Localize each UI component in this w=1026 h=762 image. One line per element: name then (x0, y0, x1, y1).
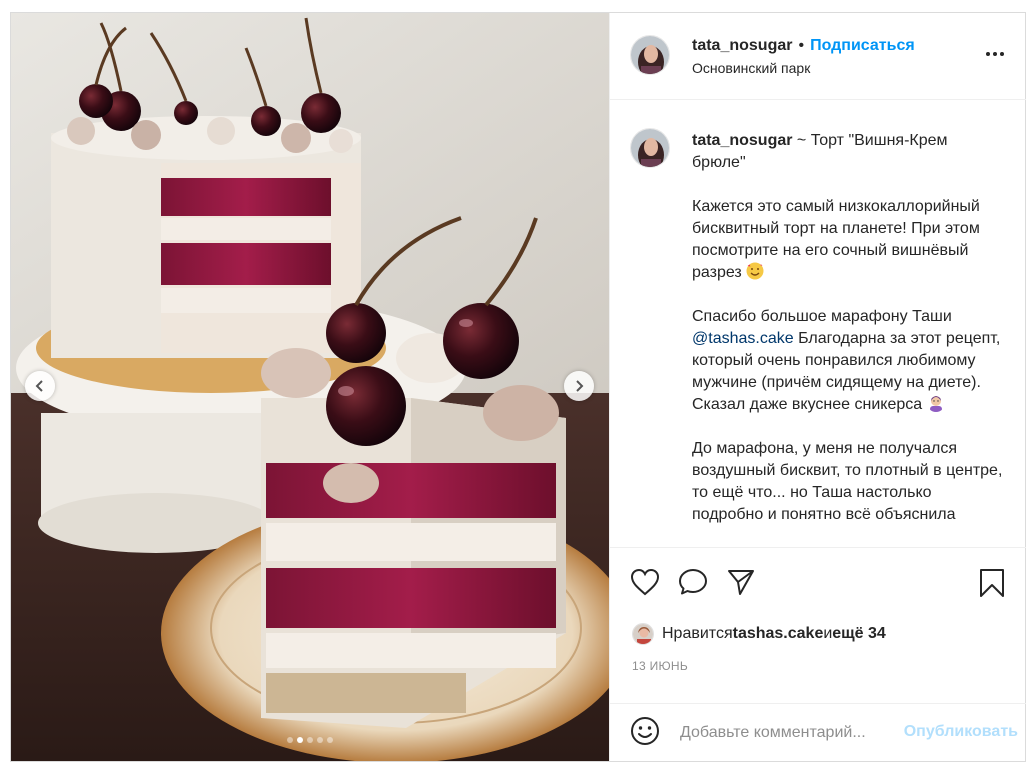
post-date[interactable]: 13 июнь (632, 659, 688, 673)
post-location[interactable]: Основинский парк (692, 60, 810, 76)
carousel-dot (307, 737, 313, 743)
post-caption: tata_nosugar ~ Торт "Вишня-Крем брюле" К… (610, 100, 1026, 546)
smiley-icon (631, 717, 659, 745)
caption-paragraph-1-text: Кажется это самый низкокаллорийный бискв… (692, 198, 980, 281)
more-horizontal-icon (986, 52, 1004, 56)
post-side-panel: tata_nosugar • Подписаться Основинский пар… (609, 13, 1026, 761)
carousel-dot-active (297, 737, 303, 743)
comment-input[interactable] (678, 720, 902, 746)
caption-author-username[interactable]: tata_nosugar (692, 132, 792, 149)
publish-button[interactable]: Опубликовать (904, 723, 1018, 741)
caption-paragraph-3: До марафона, у меня не получался воздушн… (692, 440, 1003, 523)
mention-tashas-cake[interactable]: @tashas.cake (692, 330, 794, 347)
person-gesturing-emoji-icon (929, 396, 942, 412)
caption-paragraph-2: Спасибо большое марафону Таши @tashas.ca… (692, 306, 1004, 416)
carousel-dot (317, 737, 323, 743)
chevron-left-icon (35, 380, 43, 392)
author-line: tata_nosugar • Подписаться (692, 37, 915, 55)
carousel-dots (11, 737, 609, 743)
avatar-image (631, 36, 669, 74)
like-button[interactable] (630, 568, 660, 601)
author-avatar[interactable] (630, 35, 670, 75)
likes-others-count[interactable]: ещё 34 (832, 625, 886, 643)
likes-middle: и (823, 625, 833, 642)
caption-text: tata_nosugar ~ Торт "Вишня-Крем брюле" К… (692, 130, 1004, 546)
author-username[interactable]: tata_nosugar (692, 37, 792, 54)
likes-prefix: Нравится (662, 625, 733, 642)
comment-icon (679, 569, 707, 595)
separator-bullet: • (798, 37, 805, 54)
smiling-face-hearts-emoji-icon (746, 262, 764, 280)
post-actions-bar (610, 547, 1026, 618)
carousel-dot (327, 737, 333, 743)
likes-summary: Нравится tashas.cake и ещё 34 (632, 621, 886, 647)
comment-form: Опубликовать (610, 703, 1026, 762)
liker-username[interactable]: tashas.cake (733, 625, 824, 643)
chevron-right-icon (576, 380, 584, 392)
save-button[interactable] (978, 568, 1006, 603)
post-header: tata_nosugar • Подписаться Основинский пар… (610, 13, 1026, 100)
caption-title: tata_nosugar ~ Торт "Вишня-Крем брюле" (692, 130, 1004, 174)
post-image-carousel[interactable] (11, 13, 609, 761)
caption-paragraph-2-text-a: Спасибо большое марафону Таши (692, 308, 952, 325)
paper-plane-icon (728, 570, 754, 595)
liker-avatar[interactable] (632, 623, 654, 645)
emoji-picker-button[interactable] (630, 716, 660, 751)
heart-icon (630, 568, 660, 596)
carousel-prev-button[interactable] (25, 371, 55, 401)
caption-paragraph-1: Кажется это самый низкокаллорийный бискв… (692, 196, 1004, 284)
share-button[interactable] (726, 568, 756, 601)
carousel-next-button[interactable] (564, 371, 594, 401)
more-options-button[interactable] (984, 43, 1006, 70)
comment-button[interactable] (678, 568, 708, 601)
avatar-image (633, 624, 653, 644)
cake-photo (11, 13, 609, 761)
caption-author-avatar[interactable] (630, 128, 670, 168)
carousel-dot (287, 737, 293, 743)
follow-button[interactable]: Подписаться (810, 37, 915, 54)
avatar-image (631, 129, 669, 167)
bookmark-icon (980, 569, 1004, 597)
instagram-post: tata_nosugar • Подписаться Основинский пар… (10, 12, 1026, 762)
